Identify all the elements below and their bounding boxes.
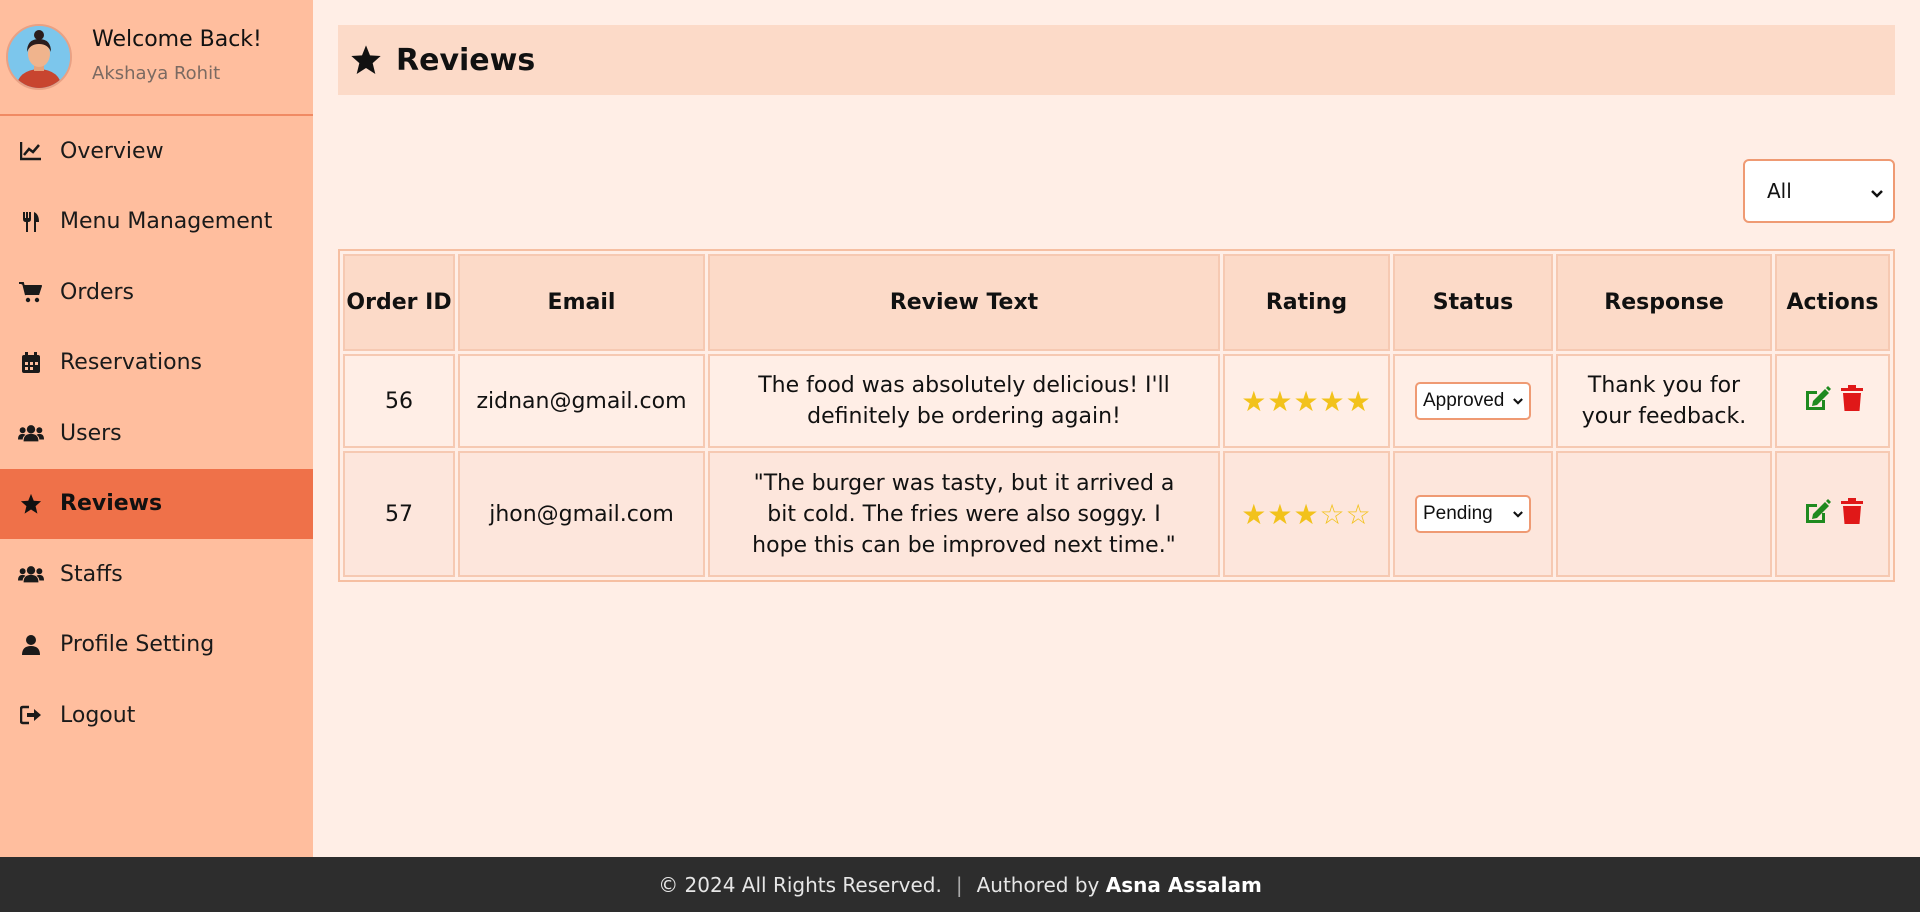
user-name: Akshaya Rohit xyxy=(92,63,221,84)
utensils-icon xyxy=(18,210,44,234)
sidebar-item-label: Orders xyxy=(60,279,134,305)
response-cell xyxy=(1556,451,1772,577)
delete-icon[interactable] xyxy=(1840,385,1863,417)
avatar xyxy=(6,24,72,90)
users-icon xyxy=(18,421,44,445)
rating-stars: ★★★★★ xyxy=(1241,384,1372,418)
authored-by-text: Authored by Asna Assalam xyxy=(976,872,1262,897)
email-cell: jhon@gmail.com xyxy=(458,451,705,577)
table-row: 56 zidnan@gmail.com The food was absolut… xyxy=(343,354,1890,448)
calendar-icon xyxy=(18,351,44,375)
sidebar-item-label: Users xyxy=(60,420,122,446)
column-header: Review Text xyxy=(708,254,1220,351)
footer: © 2024 All Rights Reserved. | Authored b… xyxy=(0,857,1920,912)
edit-icon[interactable] xyxy=(1803,385,1831,417)
rating-cell: ★★★☆☆ xyxy=(1223,451,1390,577)
status-select[interactable]: Approved xyxy=(1415,382,1531,420)
sidebar-nav: Overview Menu Management Orders Reservat… xyxy=(0,116,313,751)
actions-cell xyxy=(1775,451,1890,577)
delete-icon[interactable] xyxy=(1840,498,1863,530)
review-text-cell: "The burger was tasty, but it arrived a … xyxy=(708,451,1220,577)
footer-separator: | xyxy=(955,872,963,897)
profile-header: Welcome Back! Akshaya Rohit xyxy=(0,0,313,116)
sidebar-item-reviews[interactable]: Reviews xyxy=(0,468,313,539)
sidebar-item-label: Reservations xyxy=(60,350,202,376)
status-filter-select[interactable]: All xyxy=(1743,159,1895,223)
filter-selected-value: All xyxy=(1767,179,1792,203)
sidebar-item-users[interactable]: Users xyxy=(0,398,313,469)
welcome-text: Welcome Back! xyxy=(92,27,262,52)
sidebar-item-menu-management[interactable]: Menu Management xyxy=(0,187,313,258)
rating-stars: ★★★☆☆ xyxy=(1241,497,1372,531)
status-cell: Pending xyxy=(1393,451,1553,577)
response-cell: Thank you for your feedback. xyxy=(1556,354,1772,448)
user-icon xyxy=(18,633,44,657)
order-id-cell: 56 xyxy=(343,354,455,448)
sidebar-item-label: Logout xyxy=(60,702,136,728)
email-cell: zidnan@gmail.com xyxy=(458,354,705,448)
actions-cell xyxy=(1775,354,1890,448)
cart-icon xyxy=(18,280,44,304)
order-id-cell: 57 xyxy=(343,451,455,577)
star-icon xyxy=(18,492,44,516)
sidebar-item-label: Profile Setting xyxy=(60,632,215,658)
edit-icon[interactable] xyxy=(1803,498,1831,530)
sidebar-item-label: Reviews xyxy=(60,491,163,517)
sidebar-item-logout[interactable]: Logout xyxy=(0,680,313,751)
column-header: Response xyxy=(1556,254,1772,351)
page-title: Reviews xyxy=(396,42,536,78)
page-header: Reviews xyxy=(338,25,1895,95)
star-icon xyxy=(350,43,384,77)
main-content: Reviews All Order ID Email Review Text R… xyxy=(338,25,1895,582)
column-header: Rating xyxy=(1223,254,1390,351)
review-text-cell: The food was absolutely delicious! I'll … xyxy=(708,354,1220,448)
reviews-table: Order ID Email Review Text Rating Status… xyxy=(338,249,1895,582)
column-header: Actions xyxy=(1775,254,1890,351)
table-row: 57 jhon@gmail.com "The burger was tasty,… xyxy=(343,451,1890,577)
sidebar-item-staffs[interactable]: Staffs xyxy=(0,539,313,610)
users-icon xyxy=(18,562,44,586)
logout-icon xyxy=(18,703,44,727)
chevron-down-icon xyxy=(1513,510,1523,518)
sidebar-item-orders[interactable]: Orders xyxy=(0,257,313,328)
rating-cell: ★★★★★ xyxy=(1223,354,1390,448)
chart-line-icon xyxy=(18,139,44,163)
sidebar-item-label: Staffs xyxy=(60,561,123,587)
column-header: Email xyxy=(458,254,705,351)
chevron-down-icon xyxy=(1871,179,1883,203)
status-select[interactable]: Pending xyxy=(1415,495,1531,533)
column-header: Status xyxy=(1393,254,1553,351)
status-cell: Approved xyxy=(1393,354,1553,448)
column-header: Order ID xyxy=(343,254,455,351)
sidebar-item-reservations[interactable]: Reservations xyxy=(0,328,313,399)
copyright-text: © 2024 All Rights Reserved. xyxy=(658,872,942,897)
sidebar: Welcome Back! Akshaya Rohit Overview Men… xyxy=(0,0,313,857)
chevron-down-icon xyxy=(1513,397,1523,405)
author-name: Asna Assalam xyxy=(1105,872,1262,897)
sidebar-item-label: Menu Management xyxy=(60,209,273,235)
sidebar-item-overview[interactable]: Overview xyxy=(0,116,313,187)
sidebar-item-profile-setting[interactable]: Profile Setting xyxy=(0,610,313,681)
sidebar-item-label: Overview xyxy=(60,138,164,164)
